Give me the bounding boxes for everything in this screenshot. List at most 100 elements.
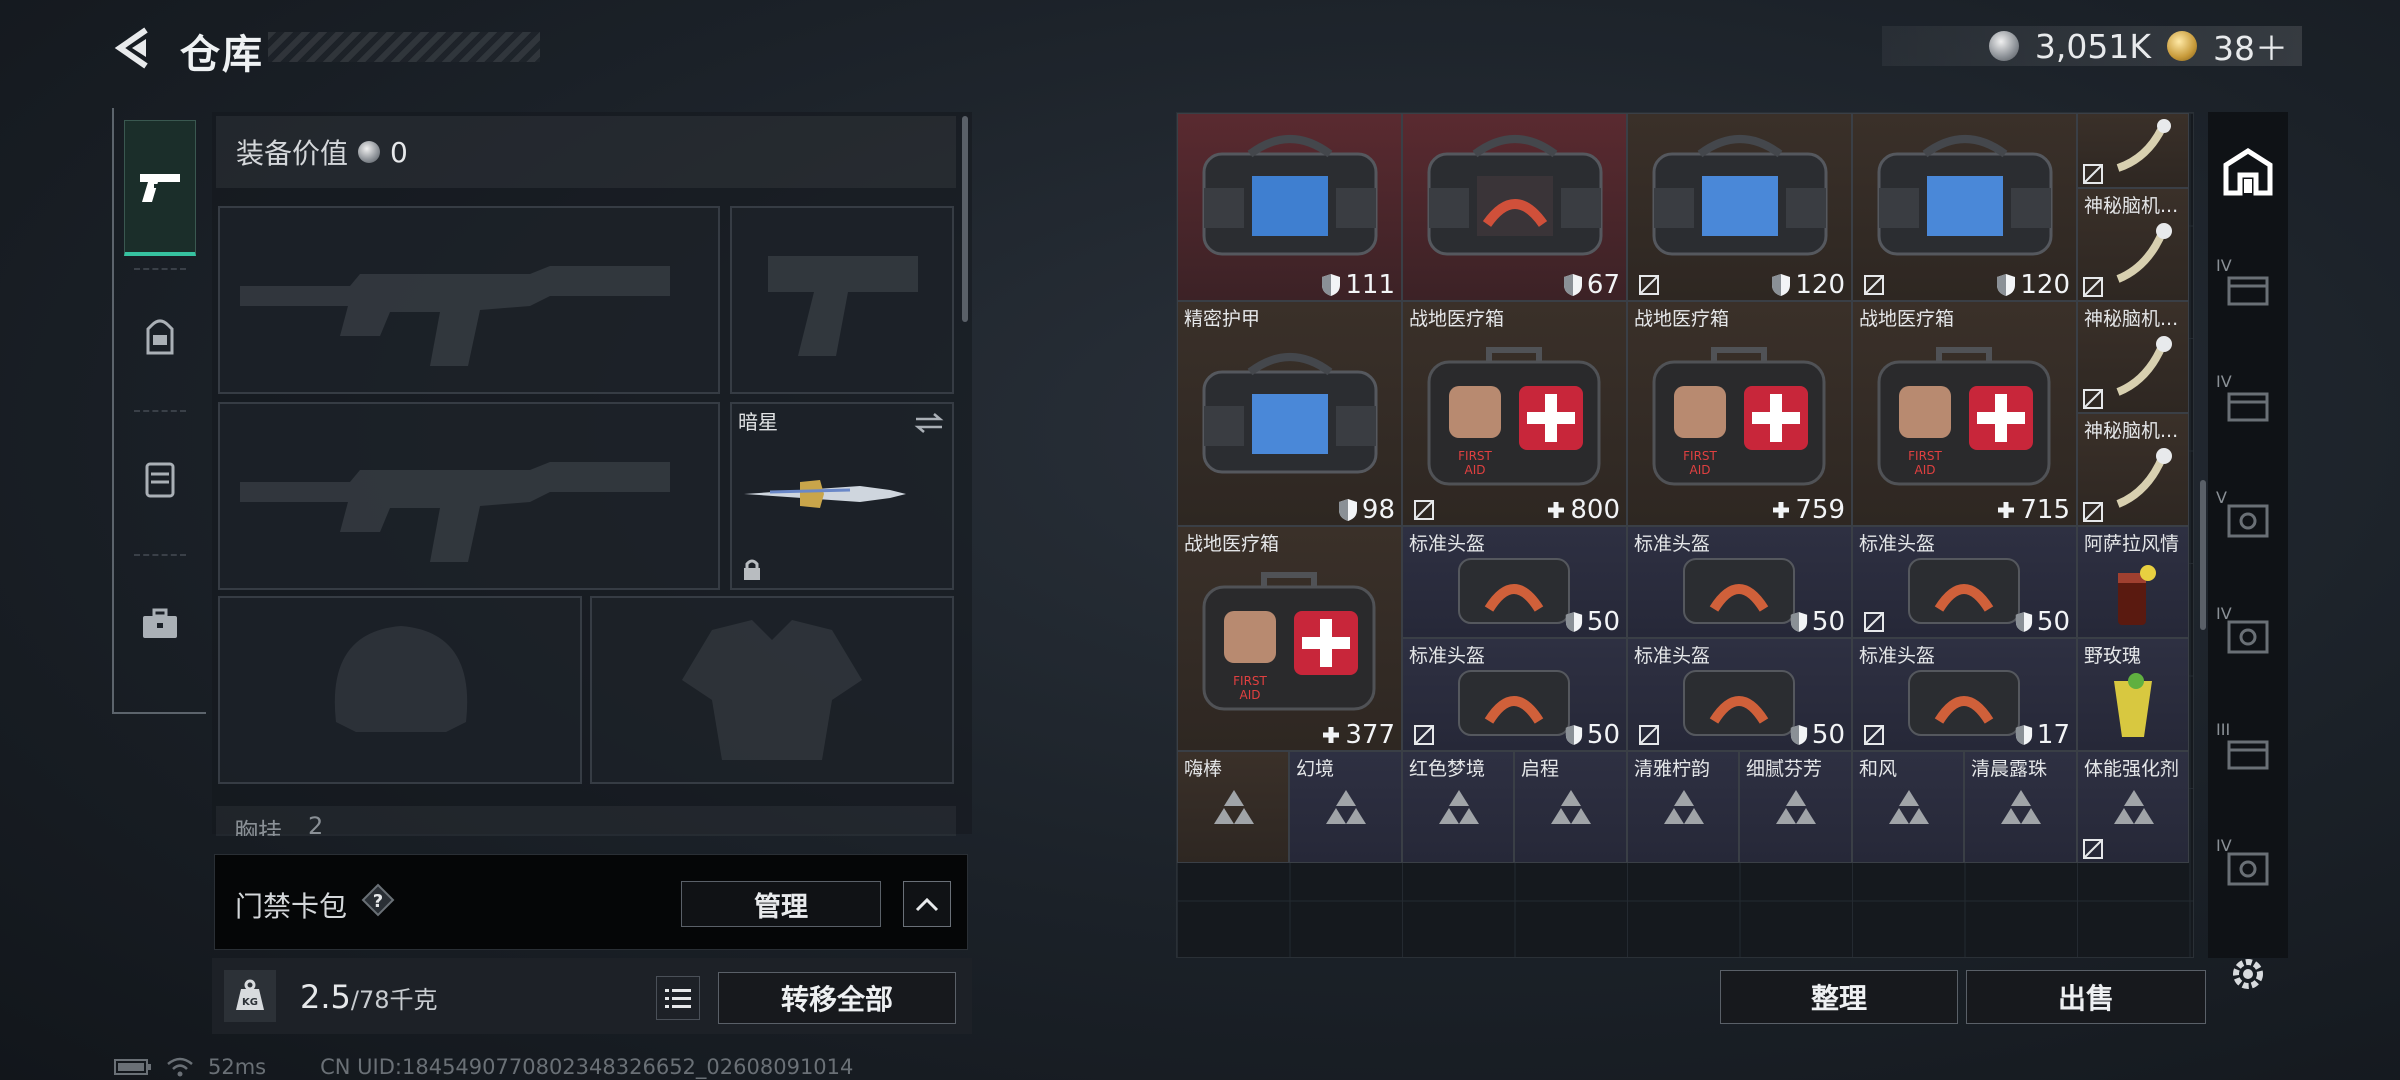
warehouse-item-drink[interactable]: 阿萨拉风情 [2077, 526, 2189, 638]
category-tier-3-storage[interactable]: III [2208, 694, 2288, 810]
equipment-value: 0 [390, 135, 408, 169]
tab-weapons[interactable] [124, 120, 196, 256]
category-tier-5-safe[interactable]: V [2208, 462, 2288, 578]
durability-value: 50 [1790, 607, 1845, 637]
warehouse-item-helmet[interactable]: 标准头盔 50 [1627, 638, 1852, 751]
storage-box-icon [2227, 740, 2269, 770]
helmet-silhouette-icon [334, 626, 468, 732]
warehouse-item-consumable[interactable]: 清晨露珠 [1964, 751, 2077, 863]
item-name: 和风 [1859, 758, 1898, 780]
medkit-icon: FIRST AID [1877, 347, 2051, 486]
pistol-silhouette-icon [768, 256, 918, 356]
no-export-icon [1864, 612, 1884, 632]
armor-slot[interactable] [590, 596, 954, 784]
warehouse-settings-button[interactable] [2226, 952, 2270, 996]
item-name: 嗨棒 [1184, 758, 1223, 780]
category-all[interactable] [2208, 114, 2288, 230]
warehouse-item-medkit[interactable]: 战地医疗箱 FIRST AID 759 [1627, 301, 1852, 526]
collapse-button[interactable] [903, 881, 951, 927]
warehouse-item-armor[interactable]: 120 [1627, 113, 1852, 301]
tab-toolbox[interactable] [124, 556, 196, 692]
weight-bar: KG 2.5/78千克 转移全部 [212, 958, 972, 1034]
lock-icon [744, 559, 760, 580]
armor-bag-icon [1877, 135, 2053, 256]
category-tier-4-safe[interactable]: IV [2208, 810, 2288, 926]
chest-rig-row[interactable]: 胸挂 2 [216, 806, 956, 836]
warehouse-item-armor[interactable]: 111 [1177, 113, 1402, 301]
primary-weapon-slot-2[interactable] [218, 402, 720, 590]
item-name: 战地医疗箱 [1859, 308, 1955, 330]
category-tier-4-storage[interactable]: IV [2208, 346, 2288, 462]
warehouse-home-icon [2223, 148, 2273, 196]
primary-weapon-slot-1[interactable] [218, 206, 720, 394]
equipment-value-row: 装备价值 0 [216, 116, 956, 188]
warehouse-item-armor[interactable]: 67 [1402, 113, 1627, 301]
warehouse-item-helmet[interactable]: 标准头盔 50 [1402, 638, 1627, 751]
armor-silhouette-icon [682, 620, 862, 760]
wifi-icon [167, 1057, 193, 1077]
gold-currency-value: 38＋ [2213, 29, 2288, 68]
warehouse-item-consumable[interactable]: 体能强化剂 [2077, 751, 2189, 863]
warehouse-item-armor[interactable]: 120 [1852, 113, 2077, 301]
category-tier-4-storage[interactable]: IV [2208, 230, 2288, 346]
warehouse-item-consumable[interactable]: 细腻芬芳 [1739, 751, 1852, 863]
knife-icon [744, 480, 906, 508]
no-export-icon [2083, 164, 2103, 184]
transfer-all-button[interactable]: 转移全部 [718, 972, 956, 1024]
svg-text:FIRST: FIRST [1908, 449, 1942, 463]
shield-icon [1997, 274, 2016, 296]
back-button[interactable] [108, 22, 156, 74]
armor-bag-icon [1652, 135, 1828, 256]
warehouse-item-consumable[interactable]: 幻境 [1289, 751, 1402, 863]
warehouse-item-brain-chip[interactable]: 神秘脑机... [2077, 188, 2189, 301]
sort-button[interactable]: 整理 [1720, 970, 1958, 1024]
warehouse-scrollbar[interactable] [2200, 480, 2206, 630]
warehouse-item-medkit[interactable]: 战地医疗箱 FIRST AID 377 [1177, 526, 1402, 751]
item-name: 神秘脑机... [2084, 195, 2179, 217]
warehouse-item-helmet[interactable]: 标准头盔 50 [1402, 526, 1627, 638]
no-export-icon [2083, 277, 2103, 297]
warehouse-item-helmet[interactable]: 标准头盔 17 [1852, 638, 2077, 751]
status-line: 52ms CN UID:1845490770802348326652_02608… [114, 1054, 853, 1080]
warehouse-item-brain-chip[interactable]: 神秘脑机... [2077, 301, 2189, 413]
cocktail-icon [2118, 565, 2156, 625]
warehouse-item-consumable[interactable]: 和风 [1852, 751, 1964, 863]
sidearm-slot[interactable] [730, 206, 954, 394]
equipment-value-label: 装备价值 [236, 137, 349, 170]
category-tier-4-safe[interactable]: IV [2208, 578, 2288, 694]
help-button[interactable]: ? [361, 883, 395, 917]
warehouse-item-brain-chip[interactable]: 神秘脑机... [2077, 413, 2189, 526]
warehouse-item-medkit[interactable]: 战地医疗箱 FIRST AID 800 [1402, 301, 1627, 526]
equipment-scrollbar[interactable] [962, 116, 968, 322]
triforce-placeholder-icon [1326, 790, 1366, 824]
triforce-placeholder-icon [1551, 790, 1591, 824]
list-icon [665, 989, 691, 1008]
tab-backpack[interactable] [124, 270, 196, 406]
list-view-button[interactable] [656, 976, 700, 1020]
no-export-icon [1414, 500, 1434, 520]
warehouse-item-consumable[interactable]: 红色梦境 [1402, 751, 1514, 863]
battery-icon [114, 1059, 151, 1075]
plus-icon [1548, 502, 1565, 518]
no-export-icon [2083, 502, 2103, 522]
sell-button[interactable]: 出售 [1966, 970, 2206, 1024]
warehouse-item-consumable[interactable]: 嗨棒 [1177, 751, 1289, 863]
medkit-icon: FIRST AID [1652, 347, 1826, 486]
warehouse-item-consumable[interactable]: 清雅柠韵 [1627, 751, 1739, 863]
warehouse-item-consumable[interactable]: 启程 [1514, 751, 1627, 863]
helmet-slot[interactable] [218, 596, 582, 784]
warehouse-item-medkit[interactable]: 战地医疗箱 FIRST AID 715 [1852, 301, 2077, 526]
warehouse-item-drink[interactable]: 野玫瑰 [2077, 638, 2189, 751]
plus-icon [1323, 727, 1340, 743]
manage-button[interactable]: 管理 [681, 881, 881, 927]
swap-icon[interactable] [914, 412, 944, 434]
durability-value: 50 [2015, 607, 2070, 637]
warehouse-item-helmet[interactable]: 标准头盔 50 [1852, 526, 2077, 638]
warehouse-item-precision-armor[interactable]: 精密护甲 98 [1177, 301, 1402, 526]
melee-slot[interactable]: 暗星 [730, 402, 954, 590]
plus-icon [1998, 502, 2015, 518]
warehouse-item-helmet[interactable]: 标准头盔 50 [1627, 526, 1852, 638]
tab-vest[interactable] [124, 412, 196, 548]
warehouse-item-brain-chip[interactable] [2077, 113, 2189, 188]
durability-value: 67 [1563, 270, 1620, 300]
